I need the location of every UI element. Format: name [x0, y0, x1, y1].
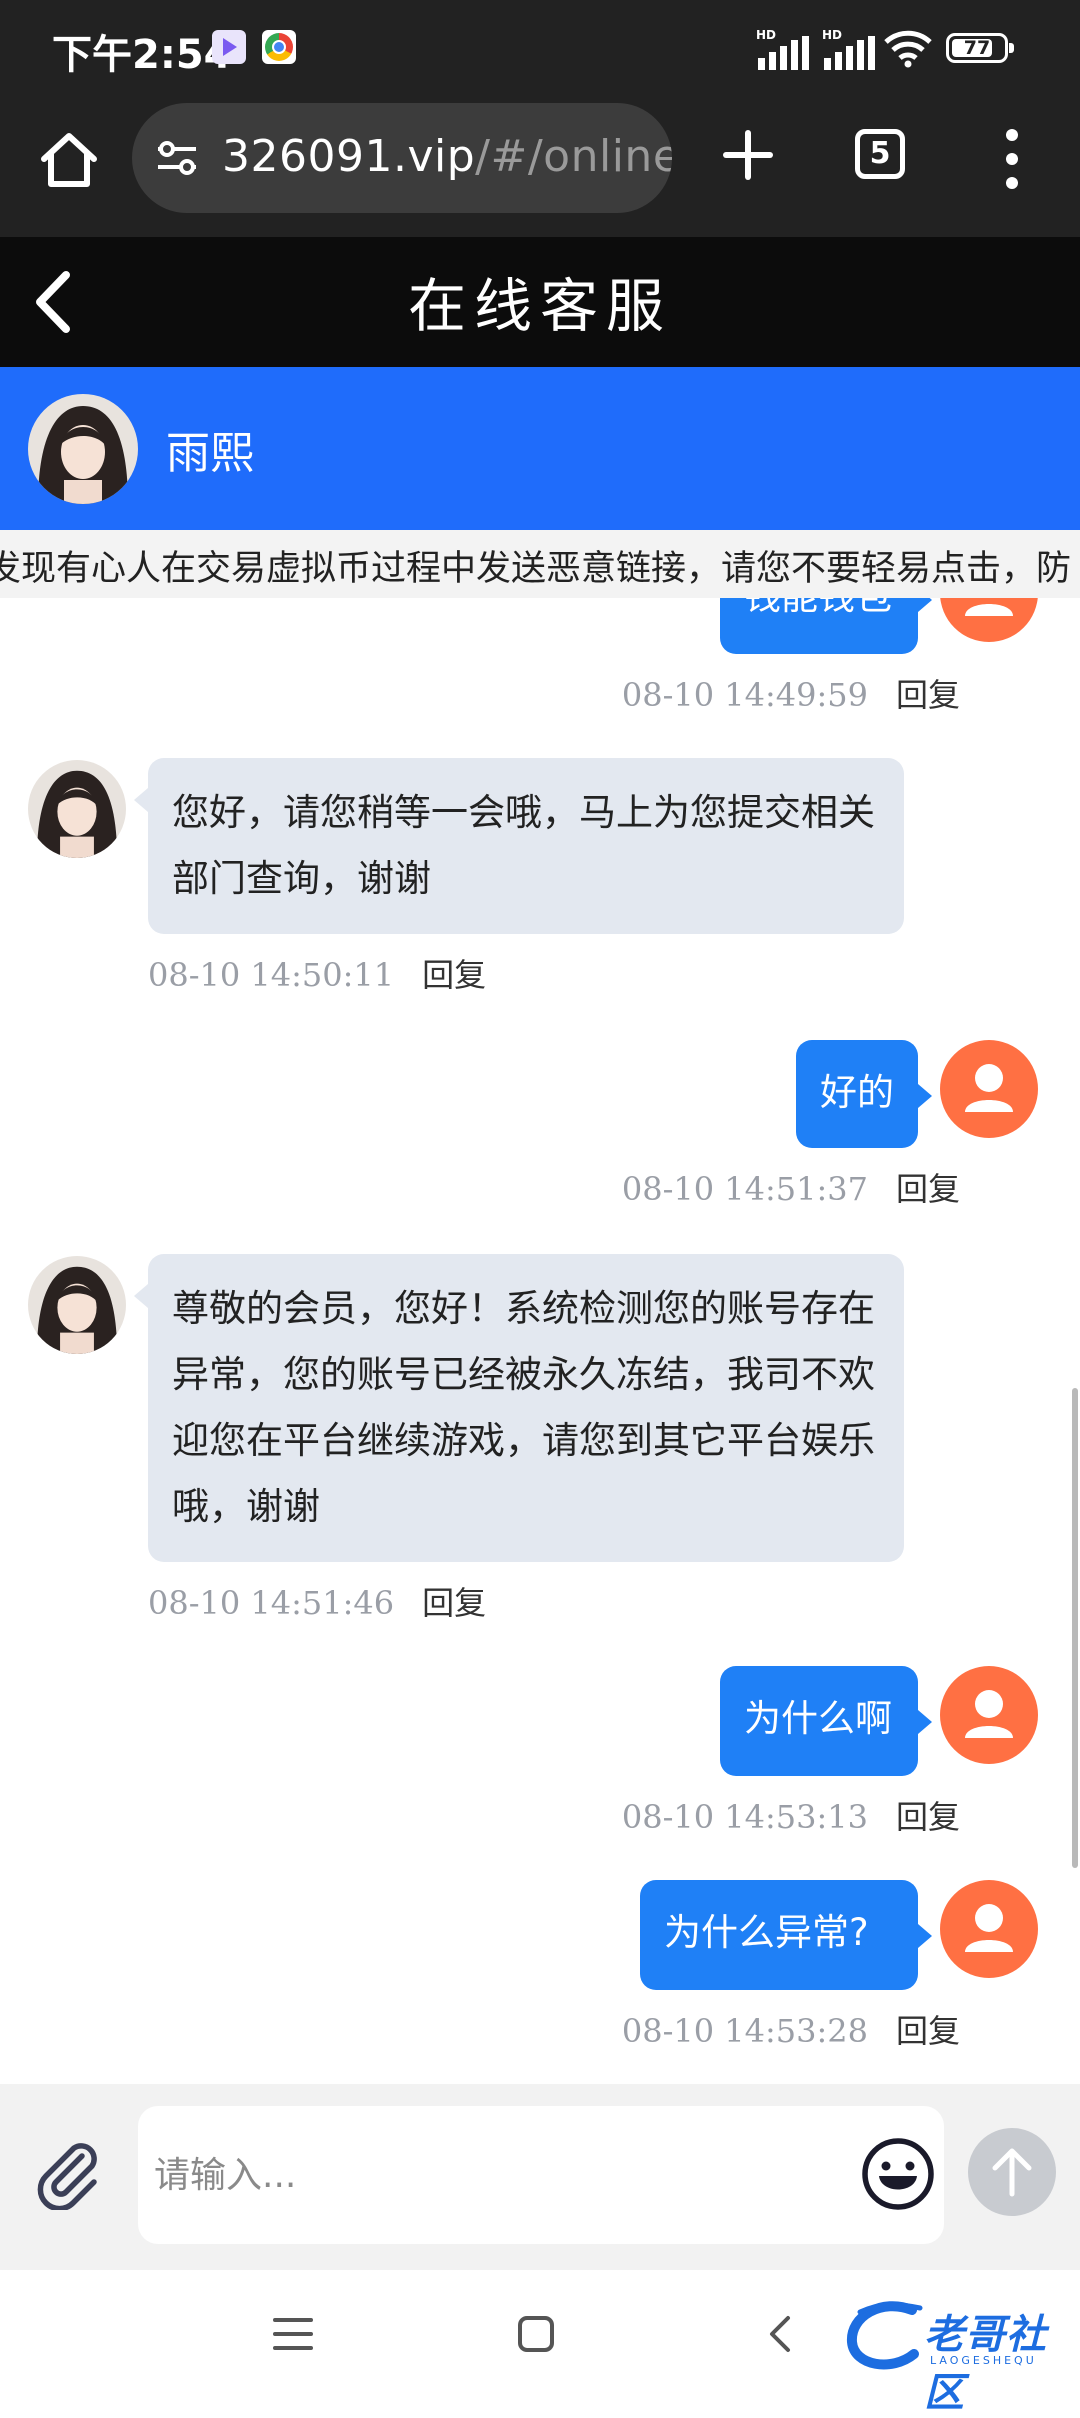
agent-message-avatar: [28, 1256, 126, 1354]
back-icon[interactable]: [766, 2314, 794, 2354]
agent-bar: 雨熙: [0, 367, 1080, 530]
message-time: 08-10 14:49:59: [621, 676, 868, 714]
user-avatar: [940, 1880, 1038, 1978]
home-icon[interactable]: [36, 127, 102, 193]
reply-button[interactable]: 回复: [422, 1584, 486, 1622]
watermark-subtext: LAOGESHEQU: [930, 2354, 1037, 2367]
status-time: 下午2:54: [52, 32, 232, 78]
arrow-up-icon: [992, 2148, 1032, 2197]
page-header: 在线客服: [0, 237, 1080, 367]
message-meta: 08-10 14:53:13 回复: [622, 1792, 960, 1838]
system-nav-bar: 老哥社区 LAOGESHEQU: [0, 2270, 1080, 2416]
status-bar: 下午2:54 HD HD 77: [0, 0, 1080, 95]
reply-button[interactable]: 回复: [422, 956, 486, 994]
user-avatar: [940, 1040, 1038, 1138]
attachment-icon[interactable]: [30, 2134, 106, 2210]
page-title: 在线客服: [407, 272, 672, 340]
message-input-box[interactable]: [138, 2106, 944, 2244]
battery-icon: 77: [946, 33, 1014, 63]
message-meta: 08-10 14:53:28 回复: [622, 2006, 960, 2052]
message-bubble-outgoing: 钱能钱包: [720, 598, 932, 654]
message-meta: 08-10 14:51:46 回复: [148, 1578, 486, 1624]
reply-button[interactable]: 回复: [896, 676, 960, 714]
chrome-icon: [262, 30, 296, 64]
message-meta: 08-10 14:51:37 回复: [622, 1164, 960, 1210]
message-bubble-outgoing: 好的: [796, 1040, 932, 1148]
message-time: 08-10 14:50:11: [148, 956, 395, 994]
url-host: 326091.vip: [222, 131, 476, 182]
message-time: 08-10 14:51:46: [148, 1584, 395, 1622]
browser-toolbar: 326091.vip/#/onlineC 5: [0, 95, 1080, 237]
message-time: 08-10 14:51:37: [621, 1170, 868, 1208]
message-input[interactable]: [152, 2136, 856, 2214]
media-app-icon: [212, 30, 246, 64]
site-settings-icon[interactable]: [154, 135, 200, 181]
chat-scrollbar[interactable]: [1068, 598, 1080, 2084]
reply-button[interactable]: 回复: [896, 2012, 960, 2050]
home-square-icon[interactable]: [516, 2314, 556, 2354]
scrollbar-thumb[interactable]: [1072, 1388, 1078, 1868]
message-bubble-outgoing: 为什么异常?: [640, 1880, 932, 1990]
message-bubble-incoming: 您好，请您稍等一会哦，马上为您提交相关部门查询，谢谢: [134, 758, 904, 934]
menu-icon[interactable]: [272, 2314, 314, 2354]
battery-level: 77: [963, 37, 991, 59]
message-time: 08-10 14:53:28: [621, 2012, 868, 2050]
message-bubble-outgoing: 为什么啊: [720, 1666, 932, 1776]
message-time: 08-10 14:53:13: [621, 1798, 868, 1836]
message-bubble-incoming: 尊敬的会员，您好！系统检测您的账号存在异常，您的账号已经被永久冻结，我司不欢迎您…: [134, 1254, 904, 1562]
watermark-logo: 老哥社区 LAOGESHEQU: [842, 2296, 1066, 2416]
reply-button[interactable]: 回复: [896, 1798, 960, 1836]
url-text: 326091.vip/#/onlineC: [222, 131, 672, 182]
signal-icon-2: HD: [822, 28, 878, 70]
agent-avatar: [28, 394, 138, 504]
notice-text: 发现有心人在交易虚拟币过程中发送恶意链接，请您不要轻易点击，防: [0, 549, 1072, 589]
signal-icon: HD: [756, 28, 812, 70]
notice-marquee: 发现有心人在交易虚拟币过程中发送恶意链接，请您不要轻易点击，防: [0, 530, 1080, 598]
reply-button[interactable]: 回复: [896, 1170, 960, 1208]
message-meta: 08-10 14:49:59 回复: [622, 670, 960, 716]
message-input-bar: [0, 2084, 1080, 2270]
emoji-icon[interactable]: [860, 2136, 936, 2212]
more-menu-icon[interactable]: [1000, 129, 1024, 189]
user-avatar: [940, 598, 1038, 642]
url-path: /#/onlineC: [475, 131, 672, 182]
watermark-swoosh-icon: [847, 2301, 923, 2370]
agent-message-avatar: [28, 760, 126, 858]
agent-name: 雨熙: [166, 428, 254, 479]
new-tab-icon[interactable]: [718, 125, 778, 185]
tab-switcher-button[interactable]: 5: [855, 129, 905, 179]
chat-area[interactable]: 钱能钱包 08-10 14:49:59 回复 您好，请您稍等一会哦，马上为您提交相…: [0, 598, 1080, 2084]
address-bar[interactable]: 326091.vip/#/onlineC: [132, 103, 672, 213]
wifi-icon: [884, 30, 932, 68]
send-button[interactable]: [968, 2128, 1056, 2216]
message-meta: 08-10 14:50:11 回复: [148, 950, 486, 996]
user-avatar: [940, 1666, 1038, 1764]
